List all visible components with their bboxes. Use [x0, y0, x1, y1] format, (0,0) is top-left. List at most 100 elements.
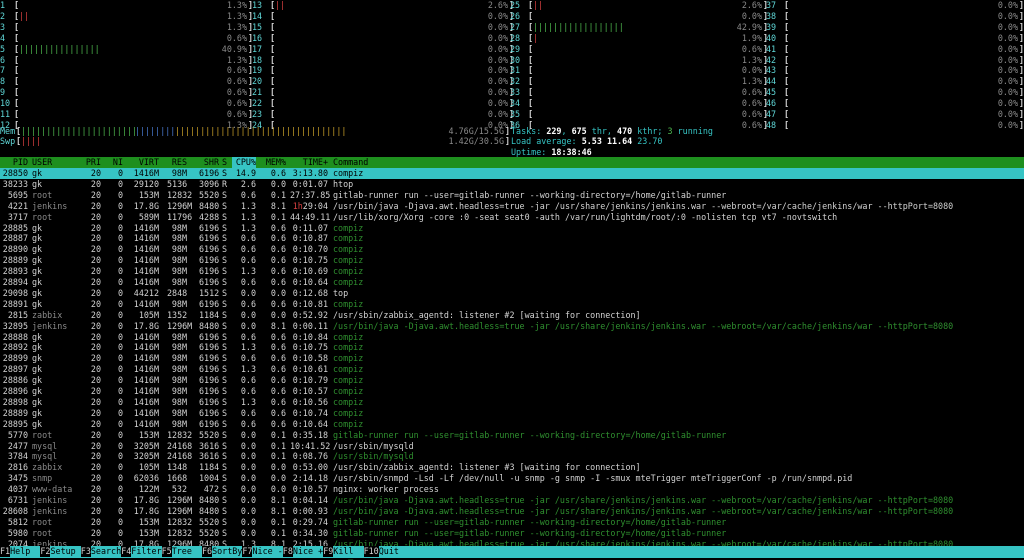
- column-header-pid[interactable]: PID: [0, 157, 28, 168]
- process-shr: 3616: [199, 441, 219, 452]
- footer-action-tree[interactable]: Tree: [172, 546, 192, 557]
- process-row[interactable]: 6731jenkins20017.8G1296M8480S0.08.10:04.…: [0, 495, 1024, 506]
- process-user: gk: [32, 288, 42, 299]
- process-row[interactable]: 3717root200589M117964288S1.30.144:49.11/…: [0, 212, 1024, 223]
- cpu-number: 14: [252, 11, 262, 22]
- process-virt: 1416M: [131, 255, 159, 266]
- process-row[interactable]: 28888gk2001416M98M6196S0.60.60:10.84comp…: [0, 332, 1024, 343]
- column-header-s[interactable]: S: [222, 157, 227, 168]
- process-row[interactable]: 5770root200153M128325520S0.00.10:35.18gi…: [0, 430, 1024, 441]
- column-header-res[interactable]: RES: [167, 157, 187, 168]
- process-row[interactable]: 2815zabbix200105M13521184S0.00.00:52.92/…: [0, 310, 1024, 321]
- cpu-percent: 0.6%: [217, 65, 247, 76]
- process-row[interactable]: 28898gk2001416M98M6196S1.30.60:10.56comp…: [0, 397, 1024, 408]
- process-pri: 20: [84, 321, 101, 332]
- process-table-header[interactable]: PID USER PRI NI VIRT RES SHRS CPU% MEM% TIME+ Comm…: [0, 157, 1024, 168]
- process-row[interactable]: 2477mysql2003205M241683616S0.00.110:41.5…: [0, 441, 1024, 452]
- process-pid: 2816: [0, 462, 28, 473]
- process-row[interactable]: 32895jenkins20017.8G1296M8480S0.08.10:00…: [0, 321, 1024, 332]
- footer-action-filter[interactable]: Filter: [131, 546, 161, 557]
- process-pri: 20: [84, 342, 101, 353]
- process-user: gk: [32, 332, 42, 343]
- process-shr: 6196: [199, 299, 219, 310]
- process-time: 0:11.07: [290, 223, 328, 234]
- process-ni: 0: [110, 190, 123, 201]
- footer-action-kill[interactable]: Kill: [333, 546, 353, 557]
- cpu-percent: 0.0%: [988, 55, 1018, 66]
- footer-action-nice[interactable]: Nice +: [293, 546, 323, 557]
- process-virt: 62036: [131, 473, 159, 484]
- process-shr: 6196: [199, 332, 219, 343]
- column-header-pri[interactable]: PRI: [84, 157, 101, 168]
- process-shr: 6196: [199, 342, 219, 353]
- process-row[interactable]: 28608jenkins20017.8G1296M8480S0.08.10:00…: [0, 506, 1024, 517]
- process-row[interactable]: 28889gk2001416M98M6196S0.60.60:10.75comp…: [0, 255, 1024, 266]
- process-row[interactable]: 28890gk2001416M98M6196S0.60.60:10.70comp…: [0, 244, 1024, 255]
- process-row[interactable]: 28897gk2001416M98M6196S1.30.60:10.61comp…: [0, 364, 1024, 375]
- process-row[interactable]: 29098gk2004421228481512S0.00.00:12.68top: [0, 288, 1024, 299]
- process-cmd: compiz: [333, 244, 363, 255]
- process-pri: 20: [84, 288, 101, 299]
- process-row[interactable]: 28896gk2001416M98M6196S0.60.60:10.57comp…: [0, 386, 1024, 397]
- process-row[interactable]: 28892gk2001416M98M6196S1.30.60:10.75comp…: [0, 342, 1024, 353]
- process-row[interactable]: 5980root200153M128325520S0.00.10:34.30gi…: [0, 528, 1024, 539]
- process-virt: 1416M: [131, 364, 159, 375]
- process-row[interactable]: 4037www-data200122M532472S0.00.00:10.57n…: [0, 484, 1024, 495]
- column-header-cpu-pct[interactable]: CPU%: [232, 157, 256, 168]
- process-row[interactable]: 28885gk2001416M98M6196S1.30.60:11.07comp…: [0, 223, 1024, 234]
- process-row[interactable]: 28893gk2001416M98M6196S1.30.60:10.69comp…: [0, 266, 1024, 277]
- process-row[interactable]: 28886gk2001416M98M6196S0.60.60:10.79comp…: [0, 375, 1024, 386]
- footer-action-sortby[interactable]: SortBy: [212, 546, 242, 557]
- process-mem: 0.1: [260, 430, 286, 441]
- footer-action-nice[interactable]: Nice -: [253, 546, 283, 557]
- process-time: 0:10.74: [290, 408, 328, 419]
- column-header-ni[interactable]: NI: [110, 157, 123, 168]
- process-time: 0:12.68: [290, 288, 328, 299]
- cpu-number: 17: [252, 44, 262, 55]
- meter-bracket-open: [: [270, 11, 275, 22]
- process-user: gk: [32, 255, 42, 266]
- process-row[interactable]: 5695root200153M128325520S0.60.127:37.85g…: [0, 190, 1024, 201]
- process-row[interactable]: 38233gk2002912051363096R2.60.00:01.07hto…: [0, 179, 1024, 190]
- process-pid: 28896: [0, 386, 28, 397]
- column-header-virt[interactable]: VIRT: [131, 157, 159, 168]
- meter-bracket-open: [: [14, 87, 19, 98]
- process-row[interactable]: 3784mysql2003205M241683616S0.00.10:08.76…: [0, 451, 1024, 462]
- kthreads-count: 470: [617, 126, 632, 137]
- process-row[interactable]: 2816zabbix200105M13481184S0.00.00:53.00/…: [0, 462, 1024, 473]
- column-header-time-plus[interactable]: TIME+: [290, 157, 328, 168]
- column-header-user[interactable]: USER: [32, 157, 52, 168]
- footer-action-search[interactable]: Search: [91, 546, 121, 557]
- process-row[interactable]: 28889gk2001416M98M6196S0.60.60:10.74comp…: [0, 408, 1024, 419]
- process-row[interactable]: 28850gk2001416M98M6196S14.90.63:13.80com…: [0, 168, 1024, 179]
- meter-bracket-close: ]: [1019, 11, 1024, 22]
- process-cmd: /usr/lib/xorg/Xorg -core :0 -seat seat0 …: [333, 212, 837, 223]
- process-row[interactable]: 3475snmp2006203616681004S0.00.02:14.18/u…: [0, 473, 1024, 484]
- footer-action-quit[interactable]: Quit: [379, 546, 399, 557]
- process-row[interactable]: 28895gk2001416M98M6196S0.60.60:10.64comp…: [0, 419, 1024, 430]
- meter-bracket-open: [: [784, 11, 789, 22]
- column-header-mem-pct[interactable]: MEM%: [260, 157, 286, 168]
- footer-action-help[interactable]: Help: [10, 546, 30, 557]
- process-time: 44:49.11: [290, 212, 328, 223]
- function-key-bar[interactable]: F1HelpF2SetupF3SearchF4FilterF5TreeF6Sor…: [0, 546, 1024, 558]
- process-row[interactable]: 5812root200153M128325520S0.00.10:29.74gi…: [0, 517, 1024, 528]
- process-cmd: compiz: [333, 342, 363, 353]
- process-cmd: compiz: [333, 386, 363, 397]
- footer-action-setup[interactable]: Setup: [51, 546, 76, 557]
- process-res: 98M: [167, 233, 187, 244]
- process-cpu: 2.6: [232, 179, 256, 190]
- column-header-command[interactable]: Command: [333, 157, 368, 168]
- process-cmd: compiz: [333, 332, 363, 343]
- process-row[interactable]: 28894gk2001416M98M6196S0.60.60:10.64comp…: [0, 277, 1024, 288]
- process-row[interactable]: 28899gk2001416M98M6196S0.60.60:10.58comp…: [0, 353, 1024, 364]
- process-cmd: compiz: [333, 168, 363, 179]
- process-row[interactable]: 4221jenkins20017.8G1296M8480S1.38.11h29:…: [0, 201, 1024, 212]
- process-row[interactable]: 28891gk2001416M98M6196S0.60.60:10.81comp…: [0, 299, 1024, 310]
- cpu-number: 16: [252, 33, 262, 44]
- column-header-shr[interactable]: SHR: [199, 157, 219, 168]
- mem-value: 4.76G/15.5G: [440, 126, 504, 137]
- process-row[interactable]: 28887gk2001416M98M6196S0.60.60:10.87comp…: [0, 233, 1024, 244]
- process-pri: 20: [84, 375, 101, 386]
- process-shr: 6196: [199, 233, 219, 244]
